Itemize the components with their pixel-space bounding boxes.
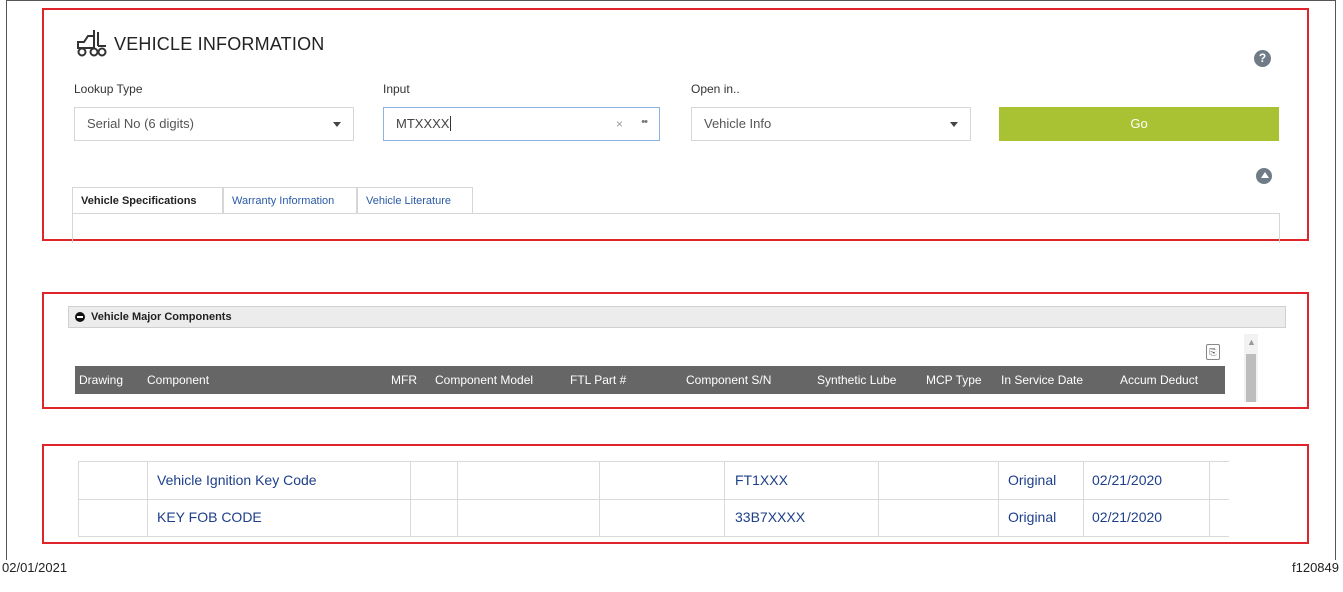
column-header-drawing[interactable]: Drawing [79,366,123,394]
component-name: KEY FOB CODE [157,509,262,525]
open-in-value: Vehicle Info [704,116,772,131]
page-title: VEHICLE INFORMATION [114,34,325,54]
column-header-ftl-part[interactable]: FTL Part # [570,366,626,394]
footer-date: 02/01/2021 [2,560,68,575]
scroll-up-icon[interactable]: ▲ [1247,337,1256,347]
open-in-label: Open in.. [691,82,740,96]
collapse-arrow-icon[interactable] [1256,168,1272,184]
section-title: Vehicle Major Components [91,311,232,323]
scroll-thumb[interactable] [1246,354,1256,402]
input-value: MTXXXX [396,116,450,131]
chevron-down-icon [333,122,341,127]
in-service-date: 02/21/2020 [1092,472,1163,488]
column-header-mcp-type[interactable]: MCP Type [926,366,982,394]
lookup-type-label: Lookup Type [74,82,143,96]
mcp-type: Original [1008,509,1057,525]
table-header: Drawing Component MFR Component Model FT… [75,366,1225,394]
column-header-mfr[interactable]: MFR [391,366,417,394]
more-options-icon[interactable]: •• [641,106,648,138]
column-header-component-model[interactable]: Component Model [435,366,533,394]
vertical-scrollbar[interactable]: ▲ [1244,334,1258,402]
components-table: Vehicle Ignition Key Code FT1XXX Origina… [78,461,1229,537]
column-header-accum-deduct[interactable]: Accum Deduct [1120,366,1198,394]
component-name: Vehicle Ignition Key Code [157,472,317,488]
lookup-type-select[interactable]: Serial No (6 digits) [74,107,354,141]
clear-icon[interactable]: × [616,108,623,140]
lookup-type-value: Serial No (6 digits) [87,116,194,131]
help-icon[interactable]: ? [1254,50,1271,67]
column-header-component[interactable]: Component [147,366,209,394]
chevron-down-icon [950,122,958,127]
tab-warranty-information[interactable]: Warranty Information [223,187,357,214]
component-serial: 33B7XXXX [735,509,806,525]
in-service-date: 02/21/2020 [1092,509,1163,525]
section-header[interactable]: Vehicle Major Components [68,306,1286,328]
input-field[interactable]: MTXXXX × •• [383,107,660,141]
go-button[interactable]: Go [999,107,1279,141]
tab-vehicle-literature[interactable]: Vehicle Literature [357,187,473,214]
column-header-component-sn[interactable]: Component S/N [686,366,771,394]
component-serial: FT1XXX [735,472,788,488]
input-label: Input [383,82,410,96]
figure-id: f120849 [1292,560,1339,575]
collapse-minus-icon[interactable] [75,312,85,322]
major-components-section: Vehicle Major Components ⎘ Drawing Compo… [42,292,1309,409]
truck-icon [77,30,107,57]
component-rows-section: Vehicle Ignition Key Code FT1XXX Origina… [42,444,1309,544]
open-in-select[interactable]: Vehicle Info [691,107,971,141]
mcp-type: Original [1008,472,1057,488]
column-header-synthetic-lube[interactable]: Synthetic Lube [817,366,896,394]
export-icon[interactable]: ⎘ [1206,344,1220,360]
tab-vehicle-specifications[interactable]: Vehicle Specifications [72,187,223,214]
column-header-in-service-date[interactable]: In Service Date [1001,366,1083,394]
tab-panel [72,213,1280,243]
